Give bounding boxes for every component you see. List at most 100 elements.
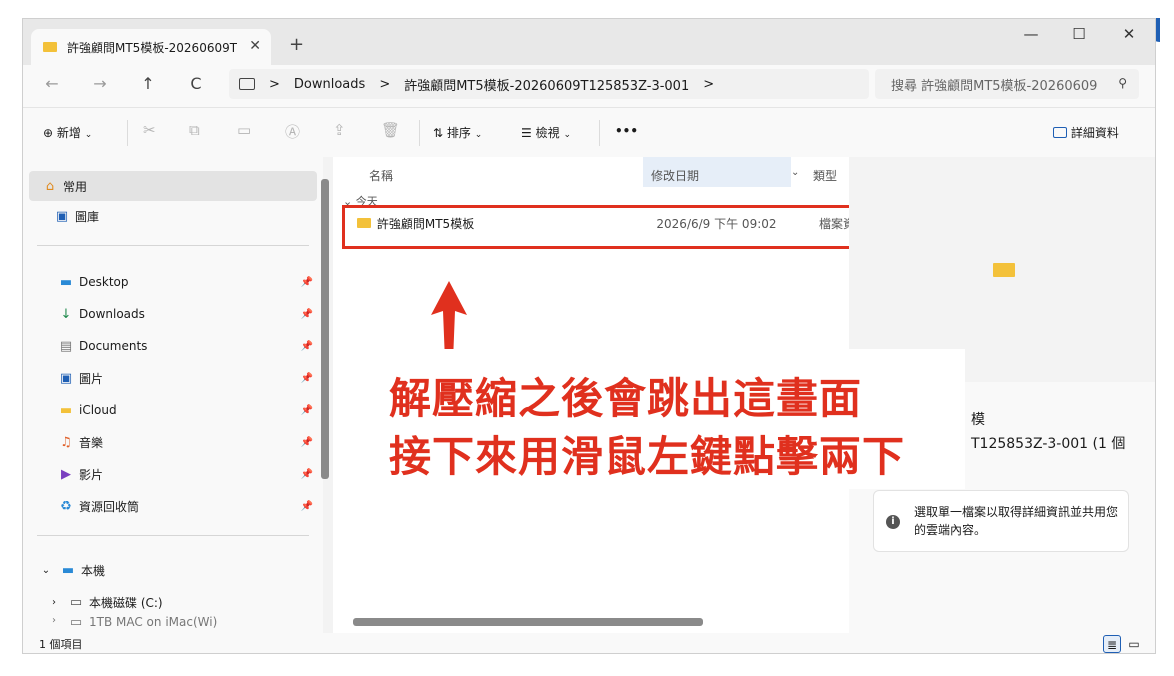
computer-icon: ▬	[61, 562, 75, 578]
up-button[interactable]: ↑	[137, 74, 159, 93]
close-window-button[interactable]: ✕	[1109, 25, 1149, 43]
download-icon: ↓	[60, 306, 72, 322]
folder-icon	[43, 42, 57, 52]
address-bar[interactable]: > Downloads > 許強顧問MT5模板-20260609T125853Z…	[229, 69, 869, 99]
sidebar-item-desktop[interactable]: ▬ Desktop 📌	[57, 267, 317, 297]
sidebar-item-pictures[interactable]: ▣ 圖片 📌	[57, 363, 317, 393]
sidebar-item-label: 1TB MAC on iMac(Wi)	[89, 615, 218, 629]
gallery-icon: ▣	[55, 208, 69, 224]
copy-icon[interactable]: ⧉	[189, 121, 200, 139]
details-title-line2: T125853Z-3-001 (1 個	[971, 436, 1126, 452]
pictures-icon: ▣	[59, 370, 73, 386]
sidebar-item-videos[interactable]: ▶ 影片 📌	[57, 459, 317, 489]
column-header-name[interactable]: 名稱	[369, 167, 393, 184]
chevron-down-icon: ⌄	[41, 564, 51, 576]
document-icon: ▤	[59, 338, 73, 354]
divider	[127, 120, 128, 146]
view-button[interactable]: ☰ 檢視 ⌄	[521, 124, 571, 141]
chevron-down-icon[interactable]: ⌄	[791, 167, 799, 178]
desktop-icon: ▬	[59, 274, 73, 290]
pin-icon[interactable]: 📌	[301, 405, 313, 416]
sidebar-item-network-drive[interactable]: › ▭ 1TB MAC on iMac(Wi)	[45, 615, 325, 633]
item-count: 1 個項目	[39, 638, 83, 651]
sort-button[interactable]: ⇅ 排序 ⌄	[433, 124, 482, 141]
breadcrumb-separator: >	[269, 76, 280, 92]
info-card: i 選取單一檔案以取得詳細資訊並共用您的雲端內容。	[873, 490, 1129, 552]
sidebar-item-music[interactable]: ♫ 音樂 📌	[57, 427, 317, 457]
minimize-button[interactable]: —	[1011, 25, 1051, 43]
view-icon: ☰	[521, 126, 532, 140]
details-label: 詳細資料	[1070, 126, 1119, 140]
sidebar-item-icloud[interactable]: ▬ iCloud 📌	[57, 395, 317, 425]
details-title-line1: 模	[971, 412, 985, 428]
drive-icon: ▭	[69, 594, 83, 610]
new-button[interactable]: ⊕ 新增 ⌄	[43, 124, 92, 141]
breadcrumb-current-folder[interactable]: 許強顧問MT5模板-20260609T125853Z-3-001	[404, 75, 689, 94]
column-header-type[interactable]: 類型	[813, 167, 837, 184]
divider	[599, 120, 600, 146]
file-explorer-window: 許強顧問MT5模板-20260609T1 ✕ + — ☐ ✕ ← → ↑ C >…	[22, 18, 1156, 654]
plus-icon: ⊕	[43, 126, 54, 140]
share-icon[interactable]: ⇪	[333, 121, 346, 139]
divider	[37, 535, 309, 536]
sidebar-item-drive-c[interactable]: › ▭ 本機磁碟 (C:)	[45, 587, 325, 617]
new-label: 新增	[56, 126, 81, 140]
details-view-icon[interactable]: ≣	[1103, 635, 1121, 653]
pin-icon[interactable]: 📌	[301, 341, 313, 352]
background-edge	[1156, 0, 1174, 676]
forward-button[interactable]: →	[89, 74, 111, 93]
sidebar-item-home[interactable]: ⌂ 常用	[29, 171, 317, 201]
refresh-button[interactable]: C	[185, 74, 207, 93]
search-icon: ⚲	[1118, 76, 1127, 90]
sidebar-item-label: 音樂	[79, 435, 104, 450]
column-header-modified[interactable]: 修改日期	[651, 167, 699, 184]
drive-icon: ▭	[69, 615, 83, 630]
chevron-down-icon: ⌄	[84, 130, 93, 140]
chevron-right-icon: ›	[52, 615, 56, 626]
breadcrumb-downloads[interactable]: Downloads	[294, 77, 365, 92]
sidebar-item-gallery[interactable]: ▣ 圖庫	[53, 201, 333, 231]
pin-icon[interactable]: 📌	[301, 501, 313, 512]
more-options-button[interactable]: •••	[615, 124, 638, 138]
breadcrumb-separator[interactable]: >	[703, 77, 714, 92]
rename-icon[interactable]: Ⓐ	[285, 121, 300, 142]
sidebar-item-recycle-bin[interactable]: ♻ 資源回收筒 📌	[57, 491, 317, 521]
computer-icon	[239, 78, 255, 90]
pin-icon[interactable]: 📌	[301, 469, 313, 480]
details-pane-icon	[1053, 127, 1067, 138]
navigation-pane: ⌂ 常用 ▣ 圖庫 ▬ Desktop 📌 ↓ Downloads 📌 ▤ Do…	[23, 157, 323, 633]
close-tab-button[interactable]: ✕	[249, 38, 261, 54]
sidebar-item-documents[interactable]: ▤ Documents 📌	[57, 331, 317, 361]
delete-icon[interactable]: 🗑	[381, 121, 400, 139]
pin-icon[interactable]: 📌	[301, 437, 313, 448]
new-tab-button[interactable]: +	[289, 34, 304, 55]
tab-current-folder[interactable]: 許強顧問MT5模板-20260609T1 ✕	[31, 29, 271, 65]
details-pane-button[interactable]: 詳細資料	[1053, 124, 1119, 141]
highlight-box	[342, 205, 856, 249]
sort-icon: ⇅	[433, 126, 444, 140]
sidebar-item-label: iCloud	[79, 403, 117, 417]
cut-icon[interactable]: ✂	[143, 121, 156, 139]
recycle-bin-icon: ♻	[60, 498, 72, 514]
navigation-bar: ← → ↑ C > Downloads > 許強顧問MT5模板-20260609…	[23, 65, 1155, 107]
tab-title: 許強顧問MT5模板-20260609T1	[67, 40, 237, 55]
maximize-button[interactable]: ☐	[1059, 25, 1099, 43]
divider	[37, 245, 309, 246]
horizontal-scrollbar[interactable]	[353, 618, 703, 626]
sidebar-item-label: Downloads	[79, 307, 145, 321]
sidebar-item-this-pc[interactable]: ⌄ ▬ 本機	[37, 555, 317, 585]
pin-icon[interactable]: 📌	[301, 277, 313, 288]
home-icon: ⌂	[45, 178, 55, 194]
sidebar-item-label: 圖庫	[75, 209, 100, 224]
sidebar-item-downloads[interactable]: ↓ Downloads 📌	[57, 299, 317, 329]
info-text: 選取單一檔案以取得詳細資訊並共用您的雲端內容。	[914, 505, 1119, 537]
pin-icon[interactable]: 📌	[301, 373, 313, 384]
pin-icon[interactable]: 📌	[301, 309, 313, 320]
sidebar-item-label: Desktop	[79, 275, 129, 289]
tiles-view-icon[interactable]: ▭	[1125, 635, 1143, 653]
view-label: 檢視	[535, 126, 560, 140]
paste-icon[interactable]: ▭	[237, 121, 251, 139]
search-input[interactable]: 搜尋 許強顧問MT5模板-20260609 ⚲	[875, 69, 1139, 99]
back-button[interactable]: ←	[41, 74, 63, 93]
sidebar-scrollbar[interactable]	[321, 179, 329, 479]
